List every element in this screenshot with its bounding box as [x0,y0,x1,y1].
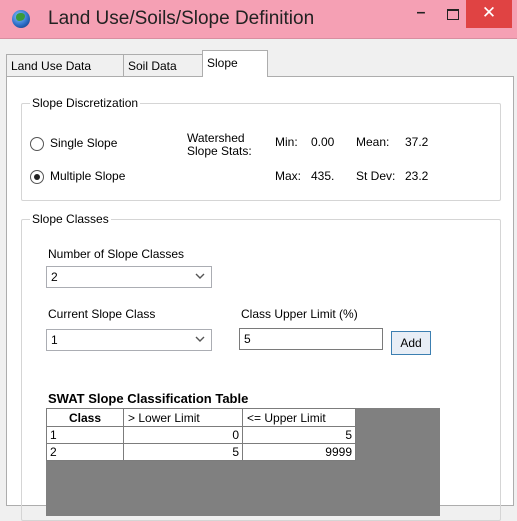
tab-slope[interactable]: Slope [202,50,268,77]
slope-discretization-legend: Slope Discretization [30,96,141,110]
window-title: Land Use/Soils/Slope Definition [48,8,315,29]
classification-table-title: SWAT Slope Classification Table [48,391,249,406]
watershed-stats-label-line1: Watershed [187,131,245,145]
table-row[interactable]: 2 5 9999 [46,443,356,461]
title-bar[interactable]: Land Use/Soils/Slope Definition – ✕ [0,0,517,39]
current-slope-class-value: 1 [51,333,58,347]
header-lower-limit[interactable]: > Lower Limit [123,408,243,427]
mean-value: 37.2 [405,135,429,149]
minimize-button[interactable]: – [404,0,438,28]
min-value: 0.00 [311,135,335,149]
single-slope-radio[interactable] [30,137,44,151]
max-value: 435. [311,169,335,183]
chevron-down-icon [195,336,205,342]
mean-label: Mean: [356,135,390,149]
tab-soil-data[interactable]: Soil Data [123,54,203,76]
number-of-slope-classes-label: Number of Slope Classes [48,247,185,261]
single-slope-label: Single Slope [50,136,118,150]
stdev-value: 23.2 [405,169,429,183]
cell-upper-limit[interactable]: 9999 [242,443,356,461]
class-upper-limit-input[interactable]: 5 [239,328,383,350]
watershed-stats-label-line2: Slope Stats: [187,144,252,158]
class-upper-limit-label: Class Upper Limit (%) [241,307,358,321]
table-header-row: Class > Lower Limit <= Upper Limit [46,408,356,427]
tab-land-use-data[interactable]: Land Use Data [6,54,124,76]
stdev-label: St Dev: [356,169,396,183]
header-class[interactable]: Class [46,408,124,427]
cell-lower-limit[interactable]: 5 [123,443,243,461]
cell-lower-limit[interactable]: 0 [123,426,243,444]
close-button[interactable]: ✕ [466,0,512,28]
slope-discretization-group: Slope Discretization Single Slope Multip… [21,96,501,201]
number-of-slope-classes-value: 2 [51,270,58,284]
globe-icon [12,10,30,28]
cell-class[interactable]: 2 [46,443,124,461]
min-label: Min: [275,135,298,149]
max-label: Max: [275,169,302,183]
chevron-down-icon [195,273,205,279]
cell-class[interactable]: 1 [46,426,124,444]
slope-classification-table: Class > Lower Limit <= Upper Limit 1 0 5… [46,408,356,461]
current-slope-class-label: Current Slope Class [48,307,156,321]
maximize-icon [447,9,459,20]
table-row[interactable]: 1 0 5 [46,426,356,444]
slope-tab-panel: Slope Discretization Single Slope Multip… [6,76,514,521]
multiple-slope-radio[interactable] [30,170,44,184]
slope-classes-group: Slope Classes Number of Slope Classes 2 … [21,212,501,521]
add-button[interactable]: Add [391,331,431,355]
multiple-slope-label: Multiple Slope [50,169,126,183]
cell-upper-limit[interactable]: 5 [242,426,356,444]
maximize-button[interactable] [436,0,470,28]
header-upper-limit[interactable]: <= Upper Limit [242,408,356,427]
slope-classification-grid[interactable]: Class > Lower Limit <= Upper Limit 1 0 5… [46,408,440,516]
number-of-slope-classes-select[interactable]: 2 [46,266,212,288]
current-slope-class-select[interactable]: 1 [46,329,212,351]
slope-classes-legend: Slope Classes [30,212,111,226]
